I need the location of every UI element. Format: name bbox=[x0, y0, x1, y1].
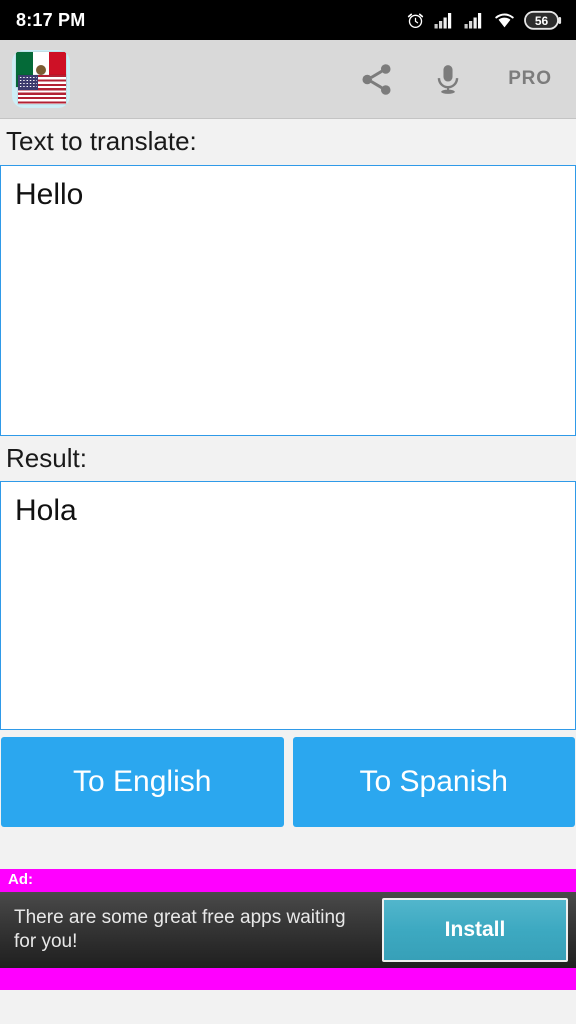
ad-banner[interactable]: There are some great free apps waiting f… bbox=[0, 891, 576, 968]
ad-bottom-strip bbox=[0, 967, 576, 990]
main-content: Text to translate: Hello Result: Hola To… bbox=[0, 119, 576, 870]
battery-icon: 56 bbox=[524, 10, 562, 31]
app-root: 8:17 PM 56 PRO Text to translate: Hello … bbox=[0, 0, 576, 1024]
pro-button[interactable]: PRO bbox=[484, 40, 576, 119]
voice-input-button[interactable] bbox=[412, 40, 484, 119]
translate-input[interactable]: Hello bbox=[0, 164, 576, 436]
wifi-icon bbox=[494, 12, 515, 29]
battery-level-text: 56 bbox=[535, 14, 549, 28]
input-field-label: Text to translate: bbox=[6, 126, 197, 156]
mexico-usa-flags-app-icon[interactable] bbox=[12, 50, 70, 108]
microphone-icon bbox=[431, 62, 465, 96]
alarm-clock-icon bbox=[406, 11, 425, 30]
status-bar: 8:17 PM 56 bbox=[0, 0, 576, 40]
translate-result[interactable]: Hola bbox=[0, 481, 576, 731]
translate-button-row: To English To Spanish bbox=[0, 730, 576, 835]
app-toolbar: PRO bbox=[0, 40, 576, 119]
ad-install-button[interactable]: Install bbox=[382, 897, 568, 962]
to-spanish-button[interactable]: To Spanish bbox=[292, 737, 575, 828]
status-clock: 8:17 PM bbox=[16, 9, 86, 30]
share-icon bbox=[358, 61, 395, 98]
mexico-flag-emblem bbox=[36, 64, 46, 75]
ad-label: Ad: bbox=[8, 871, 33, 889]
pro-label: PRO bbox=[508, 68, 552, 89]
usa-flag-icon bbox=[18, 75, 66, 104]
ad-text: There are some great free apps waiting f… bbox=[14, 907, 346, 952]
usa-flag-canton bbox=[18, 75, 38, 90]
page-bottom-spacer bbox=[0, 989, 576, 1024]
signal-bars-icon bbox=[464, 12, 485, 29]
result-field-label: Result: bbox=[6, 442, 87, 473]
status-icon-group: 56 bbox=[406, 10, 562, 31]
to-english-button[interactable]: To English bbox=[1, 737, 284, 828]
share-button[interactable] bbox=[340, 40, 412, 119]
ad-container: Ad: There are some great free apps waiti… bbox=[0, 869, 576, 990]
signal-bars-icon bbox=[434, 12, 455, 29]
